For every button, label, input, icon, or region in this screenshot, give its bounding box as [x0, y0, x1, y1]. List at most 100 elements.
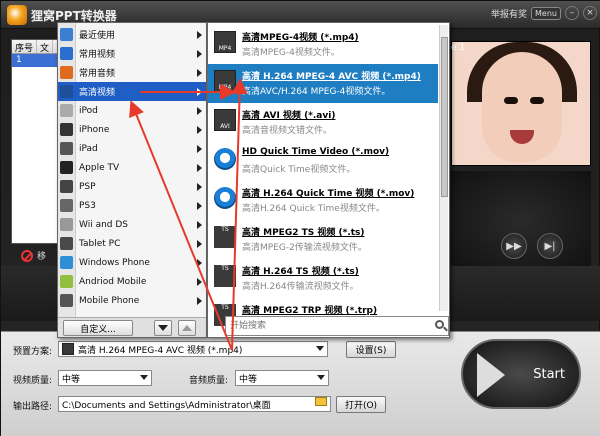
format-menu-item[interactable]: TS 高清 MPEG2 TS 视频 (*.ts) 高清MPEG-2传输流视频文件。 [208, 220, 438, 259]
submenu-arrow-icon [197, 220, 202, 229]
report-link[interactable]: 举报有奖 [491, 7, 527, 20]
custom-button[interactable]: 自定义... [63, 320, 133, 336]
scrollbar-thumb[interactable] [441, 37, 448, 197]
submenu-arrow-icon [197, 106, 202, 115]
category-menu-item[interactable]: Apple TV [58, 158, 206, 177]
category-menu-item[interactable]: 常用音频 [58, 63, 206, 82]
format-description: 高清H.264传输流视频文件。 [242, 282, 359, 292]
preset-select[interactable]: 高清 H.264 MPEG-4 AVC 视频 (*.mp4) [58, 341, 328, 357]
category-menu-item[interactable]: 最近使用 [58, 25, 206, 44]
phone-icon [60, 294, 73, 307]
column-header-file[interactable]: 文 [37, 40, 54, 54]
format-menu-item[interactable]: HD 高清 H.264 Quick Time 视频 (*.mov) 高清H.264 … [208, 181, 438, 220]
delete-control[interactable]: 移 [21, 249, 46, 262]
submenu-arrow-icon [197, 182, 202, 191]
category-menu-item[interactable]: Windows Phone [58, 253, 206, 272]
format-menu-item[interactable]: MP4 高清 H.264 MPEG-4 AVC 视频 (*.mp4) 高清AVC/H… [208, 64, 438, 103]
video-file-icon: TS [214, 226, 236, 248]
video-quality-select[interactable]: 中等 [58, 370, 152, 386]
format-menu-item[interactable]: HD HD Quick Time Video (*.mov) 高清Quick Tim… [208, 142, 438, 181]
video-icon [60, 47, 73, 60]
submenu-arrow-icon [197, 277, 202, 286]
category-menu-item[interactable]: iPod [58, 101, 206, 120]
search-icon[interactable] [435, 320, 444, 329]
chevron-down-icon [140, 375, 148, 380]
category-menu-item[interactable]: iPad [58, 139, 206, 158]
format-search[interactable] [225, 316, 449, 336]
settings-button[interactable]: 设置(S) [346, 341, 396, 358]
category-menu-item[interactable]: Tablet PC [58, 234, 206, 253]
category-menu-item[interactable]: PSP [58, 177, 206, 196]
scroll-up-button[interactable] [178, 320, 196, 336]
category-menu-label: iPod [79, 105, 98, 116]
format-name: 高清 H.264 MPEG-4 AVC 视频 (*.mp4) [242, 72, 421, 82]
close-icon[interactable]: × [583, 6, 597, 20]
submenu-arrow-icon [197, 87, 202, 96]
category-menu-item[interactable]: iPhone [58, 120, 206, 139]
next-track-icon[interactable]: ▶| [537, 233, 563, 259]
scroll-down-button[interactable] [154, 320, 172, 336]
minimize-icon[interactable]: – [565, 6, 579, 20]
format-name: 高清 MPEG2 TS 视频 (*.ts) [242, 228, 365, 238]
open-button[interactable]: 打开(O) [336, 396, 386, 413]
chevron-down-icon [158, 325, 168, 331]
clock-icon [60, 28, 73, 41]
category-menu-label: Mobile Phone [79, 295, 140, 306]
submenu-arrow-icon [197, 258, 202, 267]
category-menu-label: 常用视频 [79, 50, 116, 60]
audio-quality-select[interactable]: 中等 [235, 370, 329, 386]
category-menu-item[interactable]: Wii and DS [58, 215, 206, 234]
category-menu-item[interactable]: Andriod Mobile [58, 272, 206, 291]
submenu-arrow-icon [197, 125, 202, 134]
fast-forward-icon[interactable]: ▶▶ [501, 233, 527, 259]
format-menu-item[interactable]: TS 高清 H.264 TS 视频 (*.ts) 高清H.264传输流视频文件。 [208, 259, 438, 298]
category-menu-item[interactable]: 常用视频 [58, 44, 206, 63]
video-file-icon: TS [214, 265, 236, 287]
menu-button[interactable]: Menu [531, 6, 561, 20]
format-description: 高清MPEG-2传输流视频文件。 [242, 243, 367, 253]
category-menu-label: iPhone [79, 124, 110, 135]
ipad-icon [60, 142, 73, 155]
file-list-header: 序号 文 [12, 40, 58, 54]
winphone-icon [60, 256, 73, 269]
submenu-arrow-icon [197, 201, 202, 210]
category-menu-label: iPad [79, 143, 98, 154]
video-quality-value: 中等 [62, 374, 81, 385]
app-logo-icon [7, 5, 27, 25]
table-row[interactable]: 1 [12, 54, 58, 67]
file-list[interactable]: 序号 文 1 [11, 39, 59, 244]
iphone-icon [60, 123, 73, 136]
delete-icon[interactable] [21, 249, 33, 262]
video-file-icon: MP4 [214, 70, 236, 92]
format-description: 高清AVC/H.264 MPEG-4视频文件。 [242, 87, 391, 97]
start-button[interactable]: Start [461, 339, 581, 409]
submenu-arrow-icon [197, 296, 202, 305]
category-menu-label: Windows Phone [79, 257, 150, 268]
format-menu-item[interactable]: MP4 高清MPEG-4视频 (*.mp4) 高清MPEG-4视频文件。 [208, 25, 438, 64]
category-menu-label: Tablet PC [79, 238, 121, 249]
format-scrollbar[interactable] [439, 25, 448, 311]
output-path-field[interactable]: C:\Documents and Settings\Administrator\… [58, 396, 331, 412]
video-preview [451, 41, 591, 166]
format-description: 高清MPEG-4视频文件。 [242, 48, 340, 58]
category-menu-label: 常用音频 [79, 69, 116, 79]
submenu-arrow-icon [197, 30, 202, 39]
format-menu: MP4 高清MPEG-4视频 (*.mp4) 高清MPEG-4视频文件。 MP4 高清 … [207, 22, 450, 338]
category-menu-item[interactable]: Mobile Phone [58, 291, 206, 310]
submenu-arrow-icon [197, 239, 202, 248]
search-input[interactable] [230, 318, 420, 334]
category-menu-footer: 自定义... [58, 317, 206, 337]
quicktime-icon: HD [214, 187, 236, 209]
delete-label: 移 [37, 252, 47, 262]
category-menu-item[interactable]: 高清视频 [58, 82, 206, 101]
preview-eye-right [530, 97, 544, 104]
video-file-icon: AVI [214, 109, 236, 131]
category-menu-item[interactable]: PS3 [58, 196, 206, 215]
category-menu-label: 高清视频 [79, 88, 116, 98]
folder-icon[interactable] [315, 397, 327, 406]
format-description: 高清Quick Time视频文件。 [242, 165, 356, 175]
start-label: Start [533, 366, 565, 382]
format-menu-item[interactable]: AVI 高清 AVI 视频 (*.avi) 高清音视频文错文件。 [208, 103, 438, 142]
column-header-index[interactable]: 序号 [12, 40, 38, 54]
category-menu-label: Wii and DS [79, 219, 128, 230]
